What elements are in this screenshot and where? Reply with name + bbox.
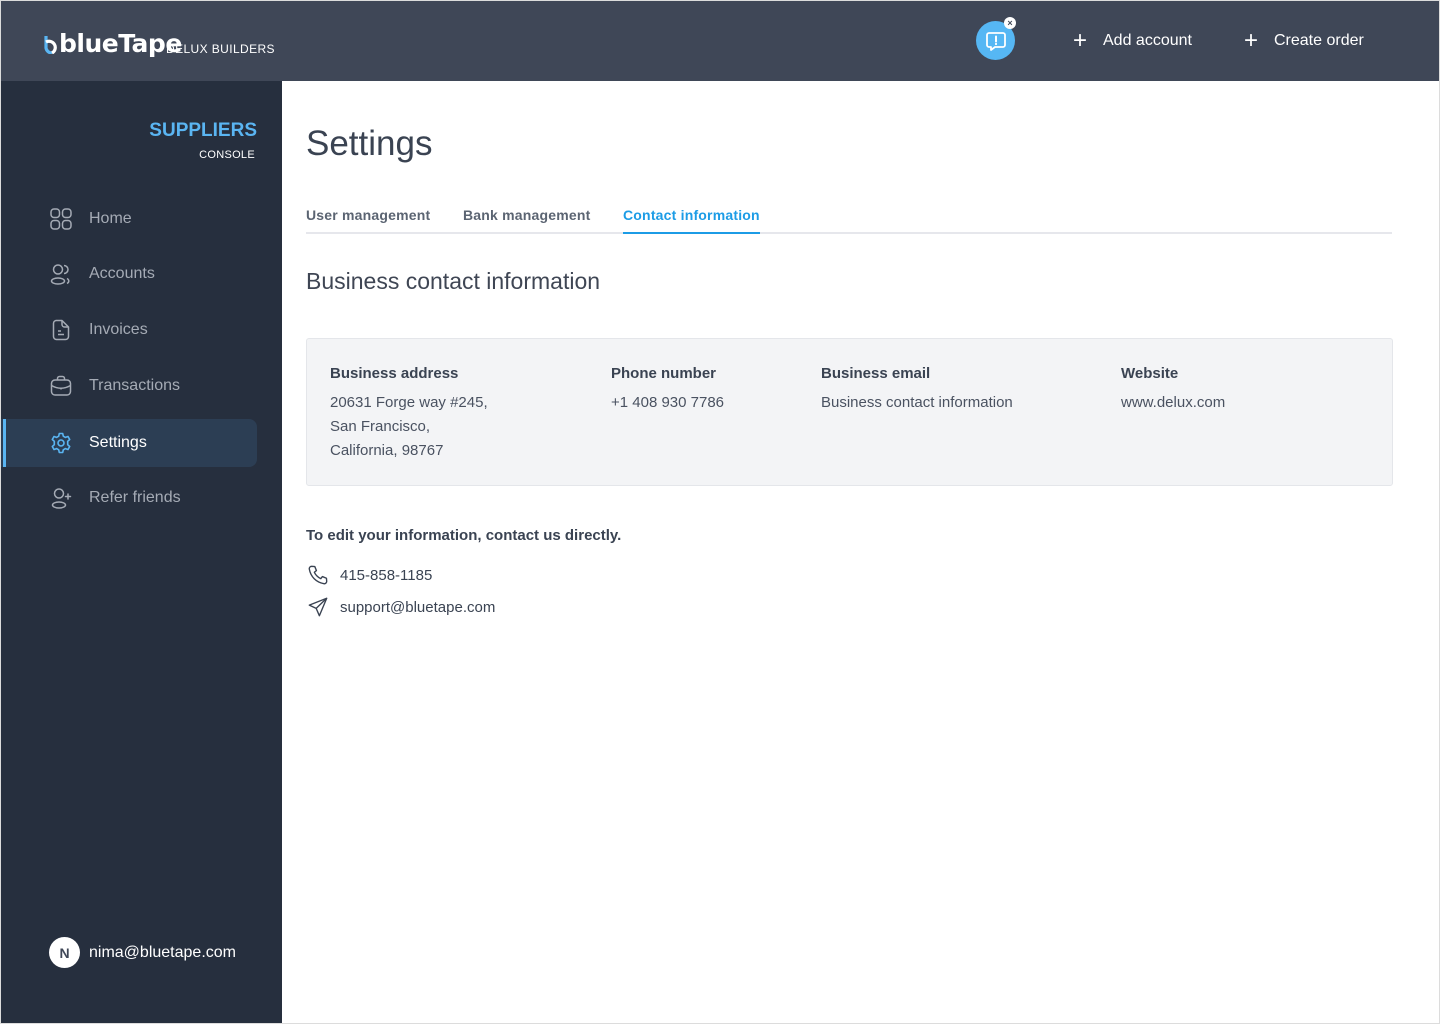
support-phone: 415-858-1185 [340, 566, 433, 584]
app-frame: blueTape DELUX BUILDERS × + Add account … [0, 0, 1440, 1024]
logo-text: blueTape [59, 29, 182, 58]
grid-icon [49, 207, 73, 231]
business-address-field: Business address 20631 Forge way #245, S… [330, 365, 488, 463]
sidebar-item-home[interactable]: Home [1, 195, 257, 243]
support-phone-link[interactable]: 415-858-1185 [306, 564, 432, 586]
user-profile[interactable]: N nima@bluetape.com [49, 937, 236, 968]
field-label: Phone number [611, 365, 717, 382]
notification-dismiss-button[interactable]: × [1004, 17, 1016, 29]
field-label: Business address [330, 365, 459, 382]
sidebar-item-label: Accounts [89, 265, 155, 282]
sidebar-item-label: Refer friends [89, 489, 181, 506]
plus-icon: + [1243, 27, 1258, 54]
sidebar: SUPPLIERS CONSOLE Home Accounts Invoices… [1, 81, 282, 1023]
add-account-button[interactable]: + Add account [1072, 29, 1192, 53]
settings-tabs: User management Bank management Contact … [306, 207, 1392, 234]
send-icon [306, 596, 330, 618]
create-order-label: Create order [1274, 32, 1364, 49]
tab-contact-information[interactable]: Contact information [623, 207, 760, 234]
sidebar-item-label: Transactions [89, 377, 180, 394]
address-line: California, 98767 [330, 442, 444, 459]
sidebar-item-accounts[interactable]: Accounts [1, 250, 257, 298]
sidebar-item-settings[interactable]: Settings [1, 419, 257, 467]
plus-icon: + [1072, 27, 1087, 54]
address-line: 20631 Forge way #245, [330, 394, 488, 411]
avatar: N [49, 937, 80, 968]
phone-number-field: Phone number +1 408 930 7786 [611, 365, 724, 415]
field-label: Business email [821, 365, 931, 382]
logo-mark-icon [44, 35, 57, 54]
sidebar-item-transactions[interactable]: Transactions [1, 362, 257, 410]
phone-icon [306, 564, 330, 586]
edit-note: To edit your information, contact us dir… [306, 527, 622, 544]
user-plus-icon [49, 486, 73, 510]
briefcase-icon [49, 374, 73, 398]
create-order-button[interactable]: + Create order [1243, 29, 1364, 53]
top-bar: blueTape DELUX BUILDERS × + Add account … [1, 1, 1439, 81]
page-title: Settings [306, 124, 433, 163]
brand-logo[interactable]: blueTape [44, 31, 182, 56]
sidebar-item-label: Invoices [89, 321, 148, 338]
support-email-link[interactable]: support@bluetape.com [306, 596, 495, 618]
field-value: www.delux.com [1121, 394, 1226, 411]
sidebar-item-label: Settings [89, 434, 147, 451]
sidebar-item-refer-friends[interactable]: Refer friends [1, 474, 257, 522]
field-value: +1 408 930 7786 [611, 394, 725, 411]
tab-bank-management[interactable]: Bank management [463, 207, 590, 234]
add-account-label: Add account [1103, 32, 1192, 49]
gear-icon [49, 431, 73, 455]
sidebar-subtitle: CONSOLE [199, 149, 255, 161]
website-field: Website www.delux.com [1121, 365, 1225, 415]
document-icon [49, 318, 73, 342]
address-line: San Francisco, [330, 418, 431, 435]
user-email: nima@bluetape.com [89, 943, 236, 961]
sidebar-item-label: Home [89, 210, 132, 227]
chat-alert-icon [985, 31, 1006, 51]
field-label: Website [1121, 365, 1179, 382]
company-name: DELUX BUILDERS [166, 42, 275, 56]
section-title: Business contact information [306, 268, 601, 294]
users-icon [49, 262, 73, 286]
sidebar-title: SUPPLIERS [149, 120, 257, 141]
business-info-card: Business address 20631 Forge way #245, S… [306, 338, 1393, 486]
tab-user-management[interactable]: User management [306, 207, 430, 234]
business-email-field: Business email Business contact informat… [821, 365, 1013, 415]
main-content: Settings User management Bank management… [282, 81, 1439, 1023]
field-value: Business contact information [821, 394, 1013, 411]
sidebar-item-invoices[interactable]: Invoices [1, 306, 257, 354]
support-email: support@bluetape.com [340, 598, 496, 616]
